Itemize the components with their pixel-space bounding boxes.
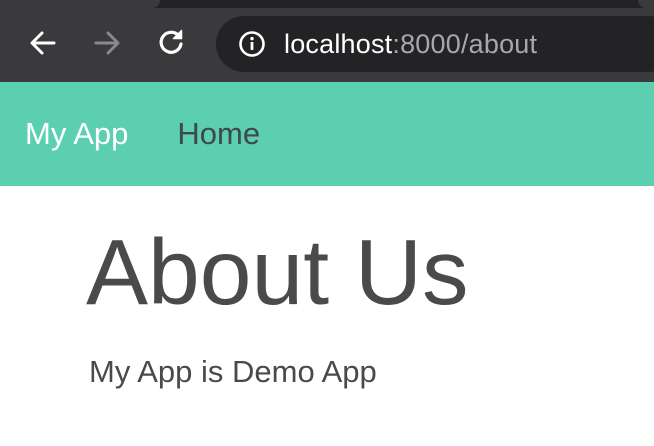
site-navbar: My App Home xyxy=(0,82,654,186)
info-icon[interactable] xyxy=(238,30,266,58)
nav-link-home[interactable]: Home xyxy=(177,116,260,152)
active-tab[interactable] xyxy=(0,0,160,8)
url-host: localhost xyxy=(284,28,393,59)
tab-edge xyxy=(638,0,654,8)
tab-strip xyxy=(0,0,654,8)
address-bar[interactable]: localhost:8000/about xyxy=(216,16,654,72)
back-button[interactable] xyxy=(26,26,60,60)
page-description: My App is Demo App xyxy=(89,354,377,389)
forward-button[interactable] xyxy=(90,26,124,60)
browser-toolbar: localhost:8000/about xyxy=(0,0,654,82)
brand-link[interactable]: My App xyxy=(25,116,128,152)
reload-button[interactable] xyxy=(155,26,189,60)
arrow-right-icon xyxy=(94,31,120,55)
reload-icon xyxy=(159,29,183,54)
arrow-left-icon xyxy=(30,31,56,55)
page-title: About Us xyxy=(86,220,469,324)
url-display[interactable]: localhost:8000/about xyxy=(284,29,537,60)
url-path: :8000/about xyxy=(392,28,538,59)
